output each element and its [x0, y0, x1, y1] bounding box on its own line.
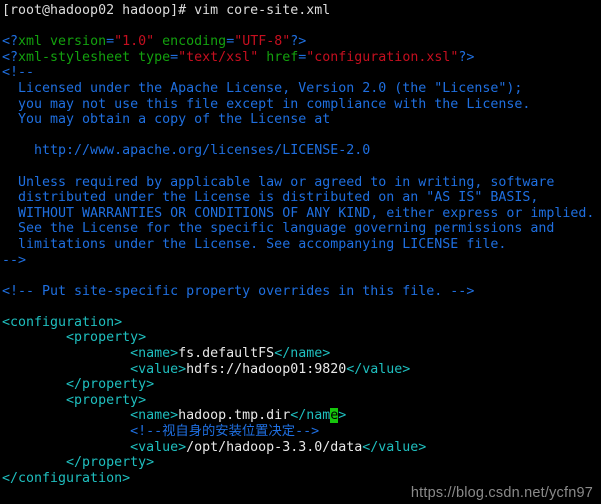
configuration-close-tag: </configuration> — [2, 470, 131, 486]
property-name-line-with-cursor: <name>hadoop.tmp.dir</name> — [2, 408, 601, 424]
name-open-tag: <name> — [2, 346, 179, 362]
license-line: WITHOUT WARRANTIES OR CONDITIONS OF ANY … — [2, 206, 601, 222]
stylesheet-href-attr: href — [258, 49, 299, 65]
stylesheet-eq1: = — [170, 49, 179, 65]
name-value-text: hadoop.tmp.dir — [178, 408, 291, 424]
license-text: You may obtain a copy of the License at — [2, 112, 331, 128]
property-open-line: <property> — [2, 330, 601, 346]
xml-declaration-line: <?xml version="1.0" encoding="UTF-8"?> — [2, 34, 601, 50]
license-comment-close: --> — [2, 253, 601, 269]
license-line: Licensed under the Apache License, Versi… — [2, 81, 601, 97]
stylesheet-href-value: "configuration.xsl" — [306, 49, 459, 65]
value-open-tag: <value> — [2, 361, 187, 377]
xml-stylesheet-line: <?xml-stylesheet type="text/xsl" href="c… — [2, 50, 601, 66]
name-open-tag: <name> — [2, 408, 179, 424]
license-url-text: http://www.apache.org/licenses/LICENSE-2… — [2, 143, 371, 159]
inline-comment-line: <!--视自身的安装位置决定--> — [2, 424, 601, 440]
value-text: hdfs://hadoop01:9820 — [186, 361, 347, 377]
license-text: See the License for the specific languag… — [2, 221, 555, 237]
property-value-line: <value>/opt/hadoop-3.3.0/data</value> — [2, 440, 601, 456]
name-close-tag-part-b: > — [338, 408, 347, 424]
license-line — [2, 128, 601, 144]
stylesheet-name: xml-stylesheet type — [18, 49, 171, 65]
name-close-tag: </name> — [274, 346, 331, 362]
name-close-tag-part-a: </nam — [290, 408, 331, 424]
license-comment-open: <!-- — [2, 65, 601, 81]
property-open-line: <property> — [2, 393, 601, 409]
license-line — [2, 159, 601, 175]
xml-decl-open: <? — [2, 34, 19, 50]
xml-decl-eq2: = — [226, 34, 235, 50]
license-text: Licensed under the Apache License, Versi… — [2, 80, 523, 96]
property-close-tag: </property> — [2, 377, 155, 393]
site-specific-comment-text: <!-- Put site-specific property override… — [2, 283, 475, 299]
shell-prompt-line: [root@hadoop02 hadoop]# vim core-site.xm… — [2, 3, 601, 19]
xml-decl-eq1: = — [106, 34, 115, 50]
shell-prompt-text: [root@hadoop02 hadoop]# vim core-site.xm… — [2, 3, 331, 18]
stylesheet-type-value: "text/xsl" — [178, 49, 259, 65]
license-line: You may obtain a copy of the License at — [2, 112, 601, 128]
name-value-text: fs.defaultFS — [178, 346, 275, 362]
license-line: limitations under the License. See accom… — [2, 237, 601, 253]
site-specific-comment-line: <!-- Put site-specific property override… — [2, 284, 601, 300]
license-text: Unless required by applicable law or agr… — [2, 174, 555, 190]
xml-decl-version-value: "1.0" — [114, 34, 155, 50]
value-text: /opt/hadoop-3.3.0/data — [186, 439, 363, 455]
property-value-line: <value>hdfs://hadoop01:9820</value> — [2, 362, 601, 378]
license-url-line: http://www.apache.org/licenses/LICENSE-2… — [2, 143, 601, 159]
license-text: distributed under the License is distrib… — [2, 190, 539, 206]
license-line: distributed under the License is distrib… — [2, 190, 601, 206]
stylesheet-close: ?> — [458, 49, 475, 65]
license-text: WITHOUT WARRANTIES OR CONDITIONS OF ANY … — [2, 205, 595, 221]
property-open-tag: <property> — [2, 330, 147, 346]
value-open-tag: <value> — [2, 439, 187, 455]
license-text: limitations under the License. See accom… — [2, 236, 507, 252]
license-line: you may not use this file except in comp… — [2, 97, 601, 113]
property-close-line: </property> — [2, 377, 601, 393]
configuration-open-tag: <configuration> — [2, 314, 123, 330]
license-line: Unless required by applicable law or agr… — [2, 175, 601, 191]
value-close-tag: </value> — [362, 439, 427, 455]
xml-decl-close: ?> — [290, 34, 307, 50]
comment-open-text: <!-- — [2, 65, 35, 81]
xml-decl-encoding-value: "UTF-8" — [234, 34, 291, 50]
property-open-tag: <property> — [2, 392, 147, 408]
license-line: See the License for the specific languag… — [2, 221, 601, 237]
stylesheet-open: <? — [2, 49, 19, 65]
property-close-line: </property> — [2, 455, 601, 471]
property-close-tag: </property> — [2, 455, 155, 471]
watermark: https://blog.csdn.net/ycfn97 — [410, 485, 593, 501]
license-text: you may not use this file except in comp… — [2, 96, 531, 112]
xml-decl-encoding-attr: encoding — [154, 34, 227, 50]
value-close-tag: </value> — [346, 361, 411, 377]
inline-comment-text: <!--视自身的安装位置决定--> — [2, 424, 320, 440]
configuration-open-line: <configuration> — [2, 315, 601, 331]
xml-decl-name: xml version — [18, 34, 107, 50]
property-name-line: <name>fs.defaultFS</name> — [2, 346, 601, 362]
comment-close-text: --> — [2, 252, 27, 268]
terminal-window[interactable]: [root@hadoop02 hadoop]# vim core-site.xm… — [0, 0, 601, 504]
